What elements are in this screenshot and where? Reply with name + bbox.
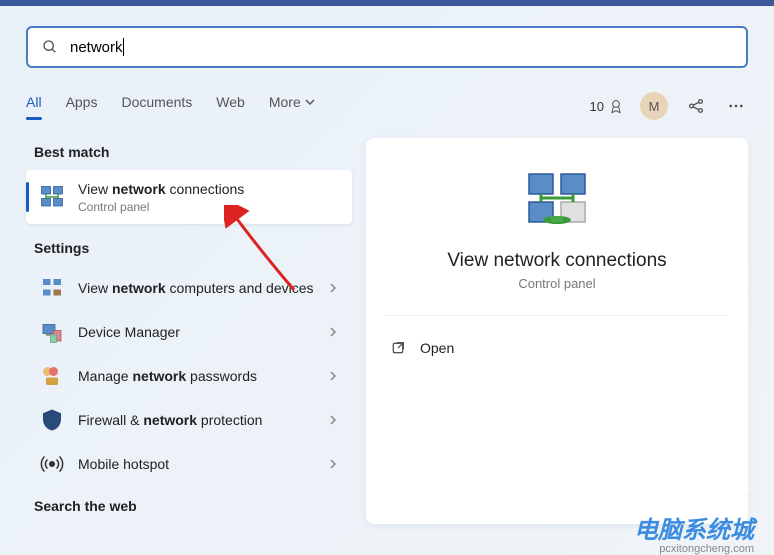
watermark-url: pcxitongcheng.com — [659, 543, 754, 555]
watermark-hwidc: HWIDC — [615, 462, 754, 505]
chevron-right-icon — [328, 415, 338, 425]
tab-documents[interactable]: Documents — [121, 94, 192, 118]
tab-apps[interactable]: Apps — [66, 94, 98, 118]
window-top-bar — [0, 0, 774, 6]
toolbar-right: 10 M — [590, 92, 748, 120]
shield-icon — [40, 408, 64, 432]
divider — [386, 315, 728, 316]
network-connections-icon — [40, 185, 64, 209]
preview-subtitle: Control panel — [518, 276, 595, 291]
tab-more-label: More — [269, 94, 301, 110]
section-search-web: Search the web — [34, 498, 352, 514]
results-panel: Best match View network connections Cont… — [26, 138, 352, 524]
result-device-manager[interactable]: Device Manager — [26, 310, 352, 354]
chevron-right-icon — [328, 459, 338, 469]
chevron-down-icon — [305, 97, 315, 107]
result-manage-passwords[interactable]: Manage network passwords — [26, 354, 352, 398]
credentials-icon — [40, 364, 64, 388]
result-mobile-hotspot[interactable]: Mobile hotspot — [26, 442, 352, 486]
search-box[interactable]: network — [26, 26, 748, 68]
preview-title: View network connections — [447, 250, 666, 272]
tabs-row: All Apps Documents Web More 10 M — [26, 92, 748, 120]
open-icon — [390, 340, 406, 356]
device-manager-icon — [40, 320, 64, 344]
watermark-cn: 电脑系统城 — [634, 510, 754, 545]
result-text: View network connections Control panel — [78, 180, 338, 214]
rewards-badge[interactable]: 10 — [590, 98, 624, 114]
result-subtitle: Control panel — [78, 200, 338, 214]
tab-more[interactable]: More — [269, 94, 315, 118]
preview-network-icon — [525, 168, 589, 232]
filter-tabs: All Apps Documents Web More — [26, 94, 315, 118]
share-icon[interactable] — [684, 94, 708, 118]
rewards-count: 10 — [590, 99, 604, 114]
open-action[interactable]: Open — [386, 332, 728, 364]
result-view-network-computers[interactable]: View network computers and devices — [26, 266, 352, 310]
chevron-right-icon — [328, 327, 338, 337]
medal-icon — [608, 98, 624, 114]
section-best-match: Best match — [34, 144, 352, 160]
result-firewall[interactable]: Firewall & network protection — [26, 398, 352, 442]
tab-web[interactable]: Web — [216, 94, 245, 118]
hotspot-icon — [40, 452, 64, 476]
tab-all[interactable]: All — [26, 94, 42, 118]
result-view-network-connections[interactable]: View network connections Control panel — [26, 170, 352, 224]
chevron-right-icon — [328, 371, 338, 381]
open-label: Open — [420, 340, 454, 356]
section-settings: Settings — [34, 240, 352, 256]
user-avatar[interactable]: M — [640, 92, 668, 120]
more-options-icon[interactable] — [724, 94, 748, 118]
chevron-right-icon — [328, 283, 338, 293]
search-query-text: network — [70, 39, 123, 56]
network-computers-icon — [40, 276, 64, 300]
search-icon — [42, 39, 58, 55]
